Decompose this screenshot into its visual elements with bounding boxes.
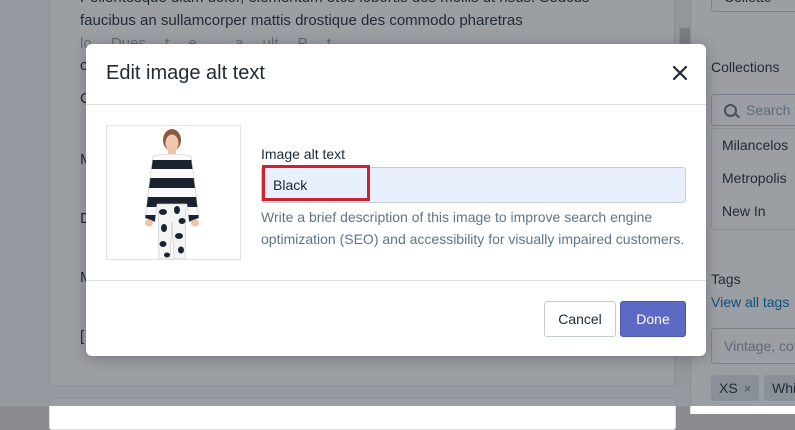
done-button[interactable]: Done — [620, 301, 686, 337]
modal-title: Edit image alt text — [106, 62, 265, 84]
product-image — [107, 126, 240, 259]
alt-text-help-text: Write a brief description of this image … — [261, 209, 685, 247]
alt-text-value: Black — [273, 177, 308, 193]
close-icon — [672, 65, 688, 81]
edit-alt-text-modal: Edit image alt text Image alt text Black… — [86, 44, 706, 356]
cancel-button[interactable]: Cancel — [544, 301, 616, 337]
alt-text-field-label: Image alt text — [261, 146, 346, 162]
alt-text-input[interactable]: Black — [261, 165, 686, 203]
close-button[interactable] — [669, 62, 691, 84]
product-image-thumbnail — [106, 125, 241, 260]
modal-body: Image alt text Black Write a brief descr… — [86, 105, 706, 281]
modal-header: Edit image alt text — [86, 44, 706, 105]
